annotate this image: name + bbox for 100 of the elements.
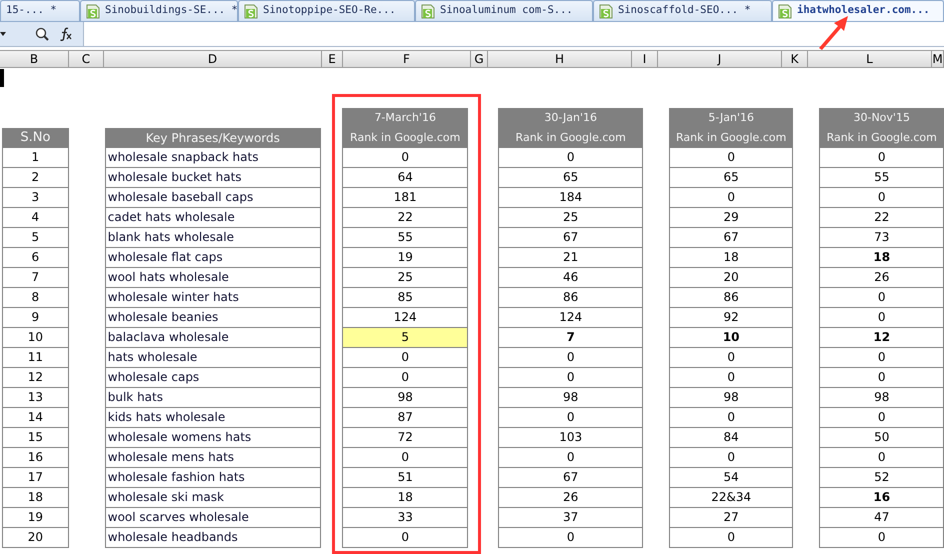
column-letter[interactable]: L — [808, 51, 932, 67]
serial-cell: 10 — [3, 328, 69, 348]
rank-cell: 0 — [342, 448, 468, 468]
serial-cell: 6 — [3, 248, 69, 268]
rank-cell: 0 — [499, 348, 643, 368]
column-letter[interactable]: M — [932, 51, 944, 67]
rank-cell: 55 — [820, 168, 944, 188]
spreadsheet-icon — [86, 4, 100, 18]
serial-cell: 17 — [3, 468, 69, 488]
rank-cell: 0 — [670, 148, 794, 168]
keyword-cell: wholesale beanies — [106, 308, 321, 328]
rank-cell: 73 — [820, 228, 944, 248]
serial-cell: 1 — [3, 148, 69, 168]
function-icon[interactable] — [59, 27, 73, 41]
column-letter[interactable]: G — [471, 51, 488, 67]
rank-cell: 55 — [342, 228, 468, 248]
sheet-tab[interactable]: 15-... * — [0, 0, 80, 22]
keyword-cell: wholesale winter hats — [106, 288, 321, 308]
keyword-cell: blank hats wholesale — [106, 228, 321, 248]
serial-cell: 5 — [3, 228, 69, 248]
column-letter[interactable]: D — [104, 51, 322, 67]
formula-field[interactable] — [83, 22, 944, 46]
rank-cell: 98 — [499, 388, 643, 408]
rank-cell: 47 — [820, 508, 944, 528]
keyword-cell: balaclava wholesale — [106, 328, 321, 348]
rank-cell: 0 — [499, 148, 643, 168]
rank-cell: 51 — [342, 468, 468, 488]
sheet-tab[interactable]: ihatwholesaler.com... — [772, 0, 944, 22]
keyword-cell: wholesale bucket hats — [106, 168, 321, 188]
pointer-arrow — [816, 14, 850, 50]
rank-cell: 19 — [342, 248, 468, 268]
sheet-tab[interactable]: Sinotoppipe-SEO-Re... — [238, 0, 415, 22]
rank-cell: 0 — [670, 368, 794, 388]
rank-cell: 18 — [820, 248, 944, 268]
rank-cell: 64 — [342, 168, 468, 188]
column-letter[interactable]: I — [632, 51, 658, 67]
rank-cell: 0 — [820, 528, 944, 548]
rank-cell: 18 — [670, 248, 794, 268]
rank-cell: 20 — [670, 268, 794, 288]
serial-cell: 14 — [3, 408, 69, 428]
rank-cell: 0 — [342, 148, 468, 168]
rank-cell: 0 — [499, 448, 643, 468]
rank-cell: 184 — [499, 188, 643, 208]
rank-cell: 5 — [342, 328, 468, 348]
rank-cell: 33 — [342, 508, 468, 528]
sheet-tab[interactable]: Sinoaluminum com-S... — [415, 0, 593, 22]
rank-cell: 26 — [499, 488, 643, 508]
column-letter[interactable]: B — [0, 51, 69, 67]
rank-cell: 22&34 — [670, 488, 794, 508]
spreadsheet-icon — [421, 4, 435, 18]
rank-cell: 0 — [820, 368, 944, 388]
column-letter[interactable]: F — [343, 51, 471, 67]
rank-cell: 124 — [499, 308, 643, 328]
serial-cell: 15 — [3, 428, 69, 448]
rank-cell: 25 — [499, 208, 643, 228]
keyword-cell: wholesale snapback hats — [106, 148, 321, 168]
rank-cell: 10 — [670, 328, 794, 348]
dropdown-icon[interactable] — [0, 32, 6, 36]
column-letter[interactable]: C — [69, 51, 104, 67]
cell-cursor — [0, 69, 4, 87]
keyword-cell: wholesale baseball caps — [106, 188, 321, 208]
column-letter[interactable]: K — [782, 51, 808, 67]
rank-cell: 87 — [342, 408, 468, 428]
rank-cell: 25 — [342, 268, 468, 288]
rank-cell: 16 — [820, 488, 944, 508]
serial-cell: 8 — [3, 288, 69, 308]
rank-cell: 103 — [499, 428, 643, 448]
rank-cell: 27 — [670, 508, 794, 528]
rank-cell: 0 — [670, 448, 794, 468]
column-header: 30-Jan'16 Rank in Google.com — [498, 108, 643, 148]
rank-cell: 0 — [499, 368, 643, 388]
serial-cell: 9 — [3, 308, 69, 328]
keyword-cell: wool scarves wholesale — [106, 508, 321, 528]
rank-cell: 52 — [820, 468, 944, 488]
rank-cell: 98 — [820, 388, 944, 408]
zoom-icon[interactable] — [35, 27, 49, 41]
rank-cell: 0 — [670, 528, 794, 548]
column-letter[interactable]: E — [322, 51, 343, 67]
rank-cell: 22 — [342, 208, 468, 228]
rank-cell: 124 — [342, 308, 468, 328]
keyword-cell: wholesale womens hats — [106, 428, 321, 448]
rank-cell: 85 — [342, 288, 468, 308]
rank-cell: 0 — [670, 348, 794, 368]
rank-cell: 0 — [820, 188, 944, 208]
rank-cell: 98 — [670, 388, 794, 408]
sheet-tab[interactable]: Sinobuildings-SE... * — [80, 0, 238, 22]
rank-cell: 65 — [499, 168, 643, 188]
serial-cell: 2 — [3, 168, 69, 188]
column-letter[interactable]: H — [488, 51, 632, 67]
rank-cell: 18 — [342, 488, 468, 508]
rank-cell: 0 — [342, 368, 468, 388]
rank-cell: 0 — [820, 308, 944, 328]
column-header: 7-March'16 Rank in Google.com — [342, 108, 468, 148]
rank-cell: 0 — [820, 408, 944, 428]
rank-cell: 0 — [670, 188, 794, 208]
column-letter[interactable]: J — [658, 51, 782, 67]
rank-cell: 0 — [342, 348, 468, 368]
sheet-tab[interactable]: Sinoscaffold-SEO... * — [593, 0, 772, 22]
serial-cell: 7 — [3, 268, 69, 288]
rank-cell: 67 — [499, 468, 643, 488]
